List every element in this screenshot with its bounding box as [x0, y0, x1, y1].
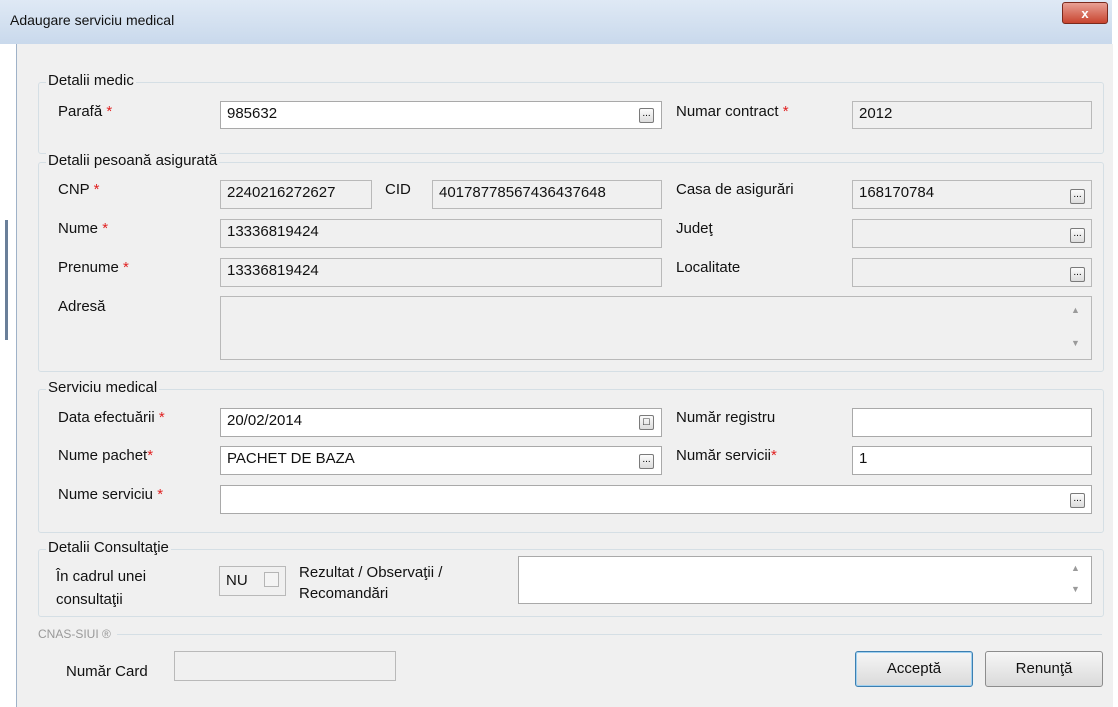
contract-field: 2012 [852, 101, 1092, 129]
parafa-input[interactable]: 985632 [220, 101, 662, 129]
cid-field: 4017877856743643764­8 [432, 180, 662, 209]
in-cadrul-label-1: În cadrul unei [56, 568, 147, 585]
nume-field: 13336819424 [220, 219, 662, 248]
accept-button[interactable]: Acceptă [855, 651, 973, 687]
numar-servicii-label: Număr servicii* [676, 447, 777, 464]
cnp-field: 2240216272627 [220, 180, 372, 209]
window-edge-mark [5, 220, 8, 340]
group-title-serviciu: Serviciu medical [46, 379, 160, 396]
nume-pachet-input[interactable]: PACHET DE BAZA [220, 446, 662, 475]
parafa-browse-button[interactable]: ... [639, 108, 654, 123]
numar-registru-label: Număr registru [676, 409, 776, 426]
localitate-label: Localitate [676, 259, 741, 276]
cancel-button[interactable]: Renunţă [985, 651, 1103, 687]
calendar-icon[interactable]: □ [639, 415, 654, 430]
group-title-consultatie: Detalii Consultaţie [46, 539, 171, 556]
nume-pachet-label: Nume pachet* [58, 447, 154, 464]
rezultat-textarea[interactable] [518, 556, 1092, 604]
localitate-browse-button[interactable]: ... [1070, 267, 1085, 282]
footer-separator [38, 634, 1102, 635]
window-title: Adaugare serviciu medical [10, 12, 175, 28]
group-title-medic: Detalii medic [46, 72, 136, 89]
parafa-label: Parafă * [58, 103, 113, 120]
judet-browse-button[interactable]: ... [1070, 228, 1085, 243]
cnp-label: CNP * [58, 181, 100, 198]
adresa-scroll-up-icon[interactable]: ▲ [1071, 305, 1080, 315]
nume-serviciu-label: Nume serviciu * [58, 486, 164, 503]
rezultat-label-1: Rezultat / Observaţii / [299, 564, 443, 581]
numar-servicii-input[interactable]: 1 [852, 446, 1092, 475]
close-icon: x [1081, 5, 1089, 21]
cid-label: CID [385, 181, 411, 198]
judet-field [852, 219, 1092, 248]
group-title-asigurat: Detalii pesoană asigurată [46, 152, 220, 169]
brand-label: CNAS-SIUI ® [38, 627, 117, 641]
numar-card-field [174, 651, 396, 681]
prenume-field: 13336819424 [220, 258, 662, 287]
adresa-label: Adresă [58, 298, 106, 315]
nume-serviciu-input[interactable] [220, 485, 1092, 514]
adresa-field [220, 296, 1092, 360]
rezultat-scroll-up-icon[interactable]: ▲ [1071, 563, 1080, 573]
window-left-edge [0, 44, 16, 707]
serviciu-browse-button[interactable]: ... [1070, 493, 1085, 508]
numar-registru-input[interactable] [852, 408, 1092, 437]
pachet-browse-button[interactable]: ... [639, 454, 654, 469]
nume-label: Nume * [58, 220, 109, 237]
localitate-field [852, 258, 1092, 287]
numar-card-label: Număr Card [66, 663, 148, 680]
close-button[interactable]: x [1062, 2, 1108, 24]
casa-asigurari-field: 168170784 [852, 180, 1092, 209]
prenume-label: Prenume * [58, 259, 129, 276]
casa-browse-button[interactable]: ... [1070, 189, 1085, 204]
contract-label: Numar contract * [676, 103, 789, 120]
consultatie-checkbox[interactable] [264, 572, 279, 587]
rezultat-label-2: Recomandări [299, 585, 389, 602]
casa-asigurari-label: Casa de asigurări [676, 181, 794, 198]
in-cadrul-label-2: consultaţii [56, 591, 123, 608]
judet-label: Judeţ [676, 220, 713, 237]
data-efectuarii-label: Data efectuării * [58, 409, 165, 426]
adresa-scroll-down-icon[interactable]: ▼ [1071, 338, 1080, 348]
rezultat-scroll-down-icon[interactable]: ▼ [1071, 584, 1080, 594]
data-efectuarii-input[interactable]: 20/02/2014 [220, 408, 662, 437]
